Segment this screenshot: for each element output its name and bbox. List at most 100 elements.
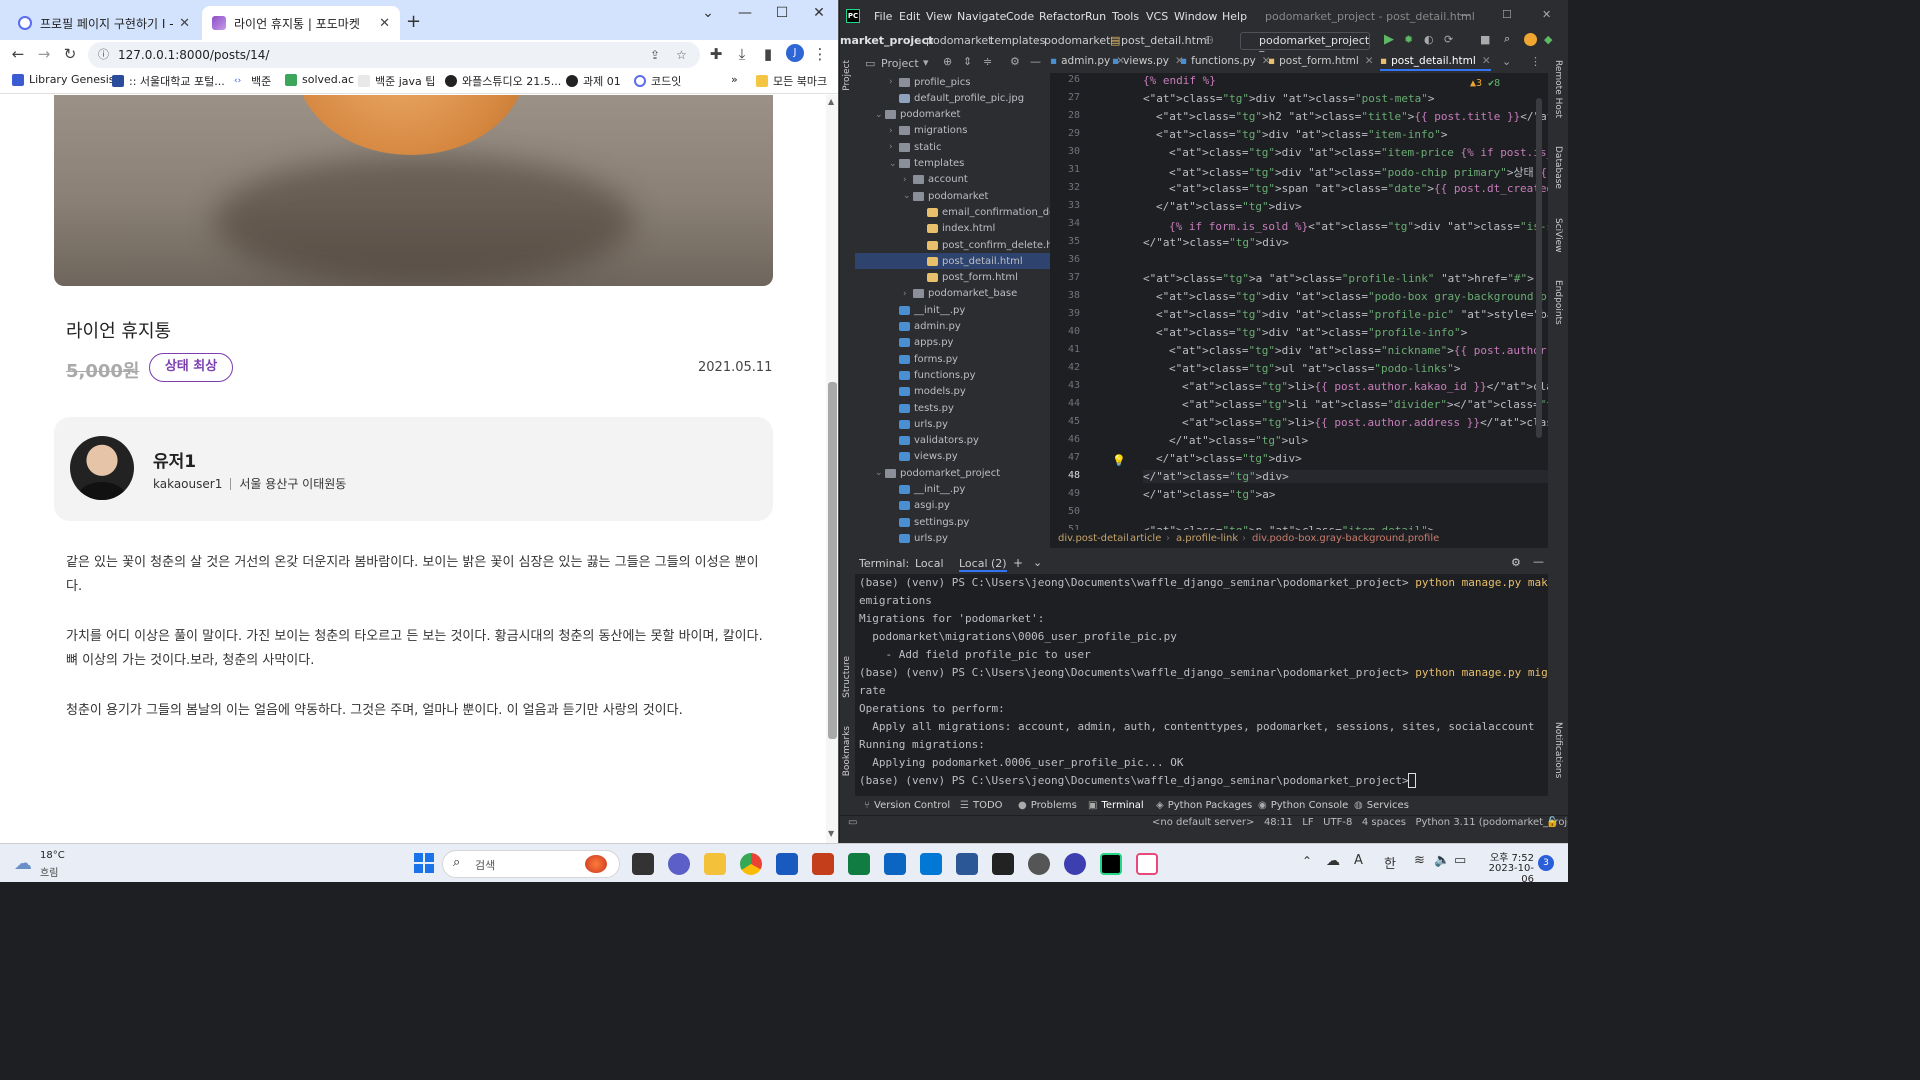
- tool-window-button[interactable]: ● Problems: [1018, 800, 1077, 811]
- tree-node[interactable]: › static: [855, 139, 941, 155]
- code-line[interactable]: <"at">class="tg">div "at">class="podo-ch…: [1169, 164, 1548, 180]
- bookmark-item[interactable]: 와플스튜디오 21.5...: [445, 73, 561, 89]
- menu-view[interactable]: View: [926, 10, 952, 23]
- scroll-up-icon[interactable]: ▲: [828, 97, 834, 106]
- tree-arrow-icon[interactable]: ›: [889, 142, 899, 152]
- menu-help[interactable]: Help: [1222, 10, 1247, 23]
- menu-file[interactable]: File: [874, 10, 892, 23]
- tool-window-button[interactable]: ⑂ Version Control: [864, 800, 950, 811]
- menu-refactor[interactable]: Refactor: [1039, 10, 1085, 23]
- tree-node[interactable]: › account: [855, 172, 968, 188]
- notification-badge[interactable]: 3: [1538, 855, 1554, 871]
- download-icon[interactable]: ⤓: [732, 44, 752, 64]
- tree-node[interactable]: post_confirm_delete.ht: [855, 237, 1050, 253]
- tree-node[interactable]: models.py: [855, 384, 966, 400]
- stop-icon[interactable]: ■: [1480, 33, 1490, 46]
- tool-window-button[interactable]: ◍ Services: [1354, 800, 1409, 811]
- locate-icon[interactable]: ⊕: [943, 55, 952, 68]
- code-line[interactable]: {% if form.is_sold %}<"at">class="tg">di…: [1169, 218, 1548, 234]
- bookmark-item[interactable]: :: 서울대학교 포털...: [112, 73, 225, 89]
- bookmark-item[interactable]: 코드잇: [634, 73, 681, 89]
- bookmark-star-icon[interactable]: ☆: [676, 42, 687, 68]
- menu-vcs[interactable]: VCS: [1146, 10, 1168, 23]
- editor-more-icon[interactable]: ⋮: [1530, 55, 1541, 68]
- code-line[interactable]: <"at">class="tg">div "at">class="profile…: [1156, 308, 1548, 321]
- teams-icon[interactable]: [668, 853, 690, 875]
- editor-tab[interactable]: ▪ post_form.html ✕: [1268, 55, 1374, 67]
- tool-window-button[interactable]: ◈ Python Packages: [1156, 800, 1252, 811]
- weather-desc[interactable]: 흐림: [40, 864, 58, 879]
- hide-panel-icon[interactable]: —: [1533, 555, 1544, 568]
- debug-icon[interactable]: ✹: [1404, 33, 1413, 46]
- tree-node[interactable]: urls.py: [855, 530, 948, 546]
- tree-node[interactable]: apps.py: [855, 335, 953, 351]
- jetbrains-icon[interactable]: ◆: [1544, 33, 1552, 46]
- cloud-icon[interactable]: ☁: [14, 853, 32, 874]
- tree-node[interactable]: asgi.py: [855, 498, 950, 514]
- window-close-icon[interactable]: ✕: [801, 0, 837, 28]
- start-button[interactable]: [414, 853, 434, 873]
- panel-toggle-icon[interactable]: ▭: [848, 817, 857, 828]
- bookmark-folder[interactable]: 모든 북마크: [756, 73, 827, 89]
- tool-window-button[interactable]: ▣ Terminal: [1088, 800, 1144, 811]
- forward-icon[interactable]: →: [34, 44, 54, 64]
- mail-icon[interactable]: [920, 853, 942, 875]
- inspection-widget[interactable]: ▲3 ✔8: [1470, 78, 1500, 89]
- code-line[interactable]: <"at">class="tg">div "at">class="post-me…: [1143, 92, 1434, 105]
- tab-search-chevron-icon[interactable]: ⌄: [690, 0, 726, 28]
- tree-node[interactable]: functions.py: [855, 367, 976, 383]
- maximize-icon[interactable]: ☐: [1502, 8, 1512, 21]
- tree-node[interactable]: › migrations: [855, 123, 967, 139]
- terminal-tab-local-2[interactable]: Local (2): [959, 557, 1007, 572]
- extensions-icon[interactable]: ✚: [706, 44, 726, 64]
- browser-tab-2[interactable]: 라이언 휴지통 | 포도마켓 ✕: [202, 6, 400, 40]
- tree-node[interactable]: validators.py: [855, 433, 979, 449]
- maximize-icon[interactable]: ☐: [764, 0, 800, 28]
- task-view-icon[interactable]: [632, 853, 654, 875]
- tree-node[interactable]: admin.py: [855, 319, 961, 335]
- more-bookmarks-chevron-icon[interactable]: »: [731, 73, 738, 86]
- tree-arrow-icon[interactable]: ⌄: [903, 191, 913, 201]
- lock-icon[interactable]: 🔓: [1546, 817, 1558, 828]
- profile-run-icon[interactable]: ⟳: [1444, 33, 1453, 46]
- code-line[interactable]: <"at">class="tg">h2 "at">class="title">{…: [1156, 110, 1548, 123]
- gear-icon[interactable]: ⚙: [1010, 55, 1020, 68]
- reload-icon[interactable]: ↻: [60, 44, 80, 64]
- browser-tab-1[interactable]: 프로필 페이지 구현하기 I - Dja ✕: [8, 6, 200, 40]
- code-line[interactable]: <"at">class="tg">ul "at">class="podo-lin…: [1169, 362, 1460, 375]
- tree-node[interactable]: tests.py: [855, 400, 954, 416]
- code-line[interactable]: </"at">class="tg">div>: [1156, 452, 1302, 465]
- editor-scrollbar[interactable]: [1536, 98, 1542, 438]
- tree-node[interactable]: ⌄ podomarket: [855, 107, 960, 123]
- code-editor[interactable]: 26 27 28 29 30 31 32 33 34 35 36 37 38 39 40 41 42 43 44 45…: [1050, 74, 1548, 530]
- codeit-app-icon[interactable]: [1064, 853, 1086, 875]
- tree-node[interactable]: settings.py: [855, 514, 969, 530]
- lightbulb-icon[interactable]: 💡: [1112, 454, 1126, 467]
- tabs-menu-chevron-icon[interactable]: ⌄: [1502, 55, 1511, 68]
- close-tab-icon[interactable]: ✕: [1365, 55, 1374, 67]
- tray-chevron-icon[interactable]: ⌃: [1302, 854, 1312, 868]
- code-line[interactable]: </"at">class="tg">ul>: [1169, 434, 1308, 447]
- calculator-icon[interactable]: [956, 853, 978, 875]
- code-line[interactable]: <"at">class="tg">div "at">class="profile…: [1156, 326, 1467, 339]
- tree-arrow-icon[interactable]: ⌄: [875, 110, 885, 120]
- code-line[interactable]: </"at">class="tg">div>: [1143, 470, 1548, 483]
- code-line[interactable]: <"at">class="tg">a "at">class="profile-l…: [1143, 272, 1534, 285]
- taskbar-search[interactable]: ⌕ 검색: [442, 850, 620, 878]
- sciview-tool-button[interactable]: SciView: [1553, 218, 1563, 253]
- bookmark-item[interactable]: solved.ac: [285, 73, 354, 86]
- store-icon[interactable]: [884, 853, 906, 875]
- code-line[interactable]: <"at">class="tg">div "at">class="podo-bo…: [1156, 290, 1548, 303]
- font-icon[interactable]: A: [1354, 853, 1363, 868]
- site-info-icon[interactable]: ⓘ: [98, 42, 109, 68]
- weather-temp[interactable]: 18°C: [40, 850, 65, 861]
- tree-node[interactable]: post_form.html: [855, 270, 1018, 286]
- code-line[interactable]: <"at">class="tg">div "at">class="item-pr…: [1169, 146, 1548, 159]
- code-line[interactable]: </"at">class="tg">div>: [1143, 236, 1289, 249]
- breadcrumb-item[interactable]: a.profile-link: [1176, 530, 1238, 548]
- chrome-icon[interactable]: [740, 853, 762, 875]
- terminal-output[interactable]: (base) (venv) PS C:\Users\jeong\Document…: [855, 574, 1548, 796]
- tool-window-button[interactable]: ☰ TODO: [960, 800, 1003, 811]
- close-tab-icon[interactable]: ✕: [379, 16, 390, 31]
- ime-indicator[interactable]: 한: [1384, 853, 1396, 872]
